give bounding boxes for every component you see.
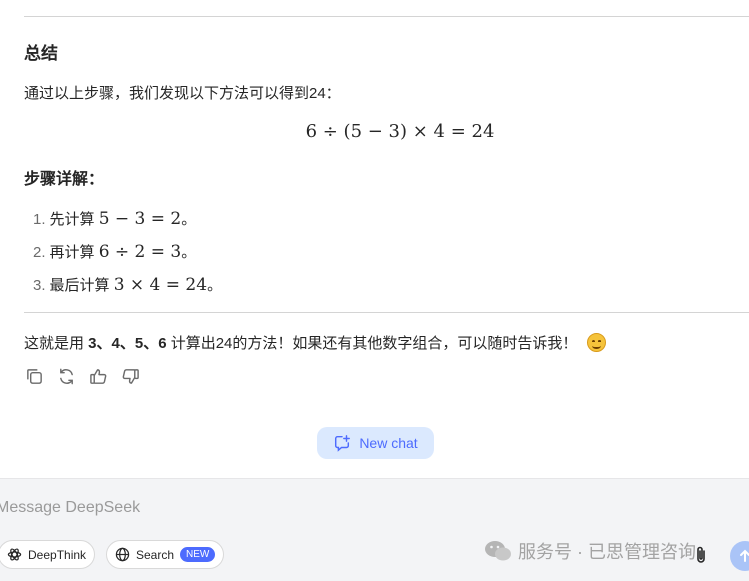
closing-message: 这就是用 3、4、5、6 计算出24的方法！如果还有其他数字组合，可以随时告诉我… bbox=[24, 332, 607, 353]
watermark-text: 服务号 · 已思管理咨询 bbox=[518, 542, 696, 562]
summary-heading: 总结 bbox=[24, 44, 58, 63]
closing-text: 计算出24的方法！如果还有其他数字组合，可以随时告诉我！ bbox=[166, 335, 578, 352]
deepthink-toggle[interactable]: DeepThink bbox=[0, 540, 96, 569]
new-chat-label: New chat bbox=[359, 435, 418, 451]
divider bbox=[24, 312, 749, 313]
step-item: 1. 先计算 5 − 3 = 2。 bbox=[33, 208, 196, 229]
step-number: 1. bbox=[33, 211, 46, 228]
thumbs-down-icon[interactable] bbox=[120, 366, 140, 386]
paperclip-icon[interactable] bbox=[692, 545, 710, 565]
smiling-face-emoji-icon bbox=[587, 333, 607, 352]
new-chat-icon bbox=[335, 435, 351, 452]
new-chat-button[interactable]: New chat bbox=[317, 427, 434, 459]
regenerate-icon[interactable] bbox=[56, 366, 76, 386]
divider bbox=[24, 16, 749, 17]
search-label: Search bbox=[136, 547, 175, 562]
wechat-icon bbox=[485, 541, 511, 561]
step-item: 2. 再计算 6 ÷ 2 = 3。 bbox=[33, 241, 196, 262]
step-text: 先计算 bbox=[49, 211, 99, 228]
composer: DeepThink Search NEW 服务号 · 已思管理咨询 bbox=[0, 478, 749, 581]
chat-area: 总结 通过以上步骤，我们发现以下方法可以得到24： 6 ÷ (5 − 3) × … bbox=[0, 0, 749, 478]
copy-icon[interactable] bbox=[24, 366, 44, 386]
step-suffix: 。 bbox=[181, 211, 197, 228]
globe-icon bbox=[115, 547, 130, 562]
step-suffix: 。 bbox=[181, 244, 197, 261]
message-input[interactable] bbox=[0, 499, 596, 517]
step-item: 3. 最后计算 3 × 4 = 24。 bbox=[33, 274, 222, 295]
display-equation: 6 ÷ (5 − 3) × 4 = 24 bbox=[305, 121, 495, 142]
step-number: 2. bbox=[33, 244, 46, 261]
closing-text: 这就是用 bbox=[24, 335, 89, 352]
watermark: 服务号 · 已思管理咨询 bbox=[484, 538, 696, 564]
summary-intro: 通过以上步骤，我们发现以下方法可以得到24： bbox=[24, 85, 341, 102]
search-toggle[interactable]: Search NEW bbox=[106, 540, 225, 569]
deepthink-icon bbox=[7, 548, 22, 561]
arrow-up-icon bbox=[740, 549, 749, 562]
step-suffix: 。 bbox=[207, 277, 223, 294]
step-math: 3 × 4 = 24 bbox=[113, 275, 208, 295]
step-number: 3. bbox=[33, 277, 46, 294]
steps-heading: 步骤详解： bbox=[24, 171, 105, 188]
step-math: 5 − 3 = 2 bbox=[98, 209, 182, 229]
step-math: 6 ÷ 2 = 3 bbox=[98, 242, 182, 262]
deepthink-label: DeepThink bbox=[28, 547, 87, 562]
message-actions bbox=[24, 366, 140, 386]
new-badge: NEW bbox=[180, 547, 216, 562]
closing-numbers: 3、4、5、6 bbox=[88, 335, 167, 352]
thumbs-up-icon[interactable] bbox=[88, 366, 108, 386]
step-text: 再计算 bbox=[49, 244, 99, 261]
send-button[interactable] bbox=[730, 541, 749, 571]
step-text: 最后计算 bbox=[49, 277, 114, 294]
